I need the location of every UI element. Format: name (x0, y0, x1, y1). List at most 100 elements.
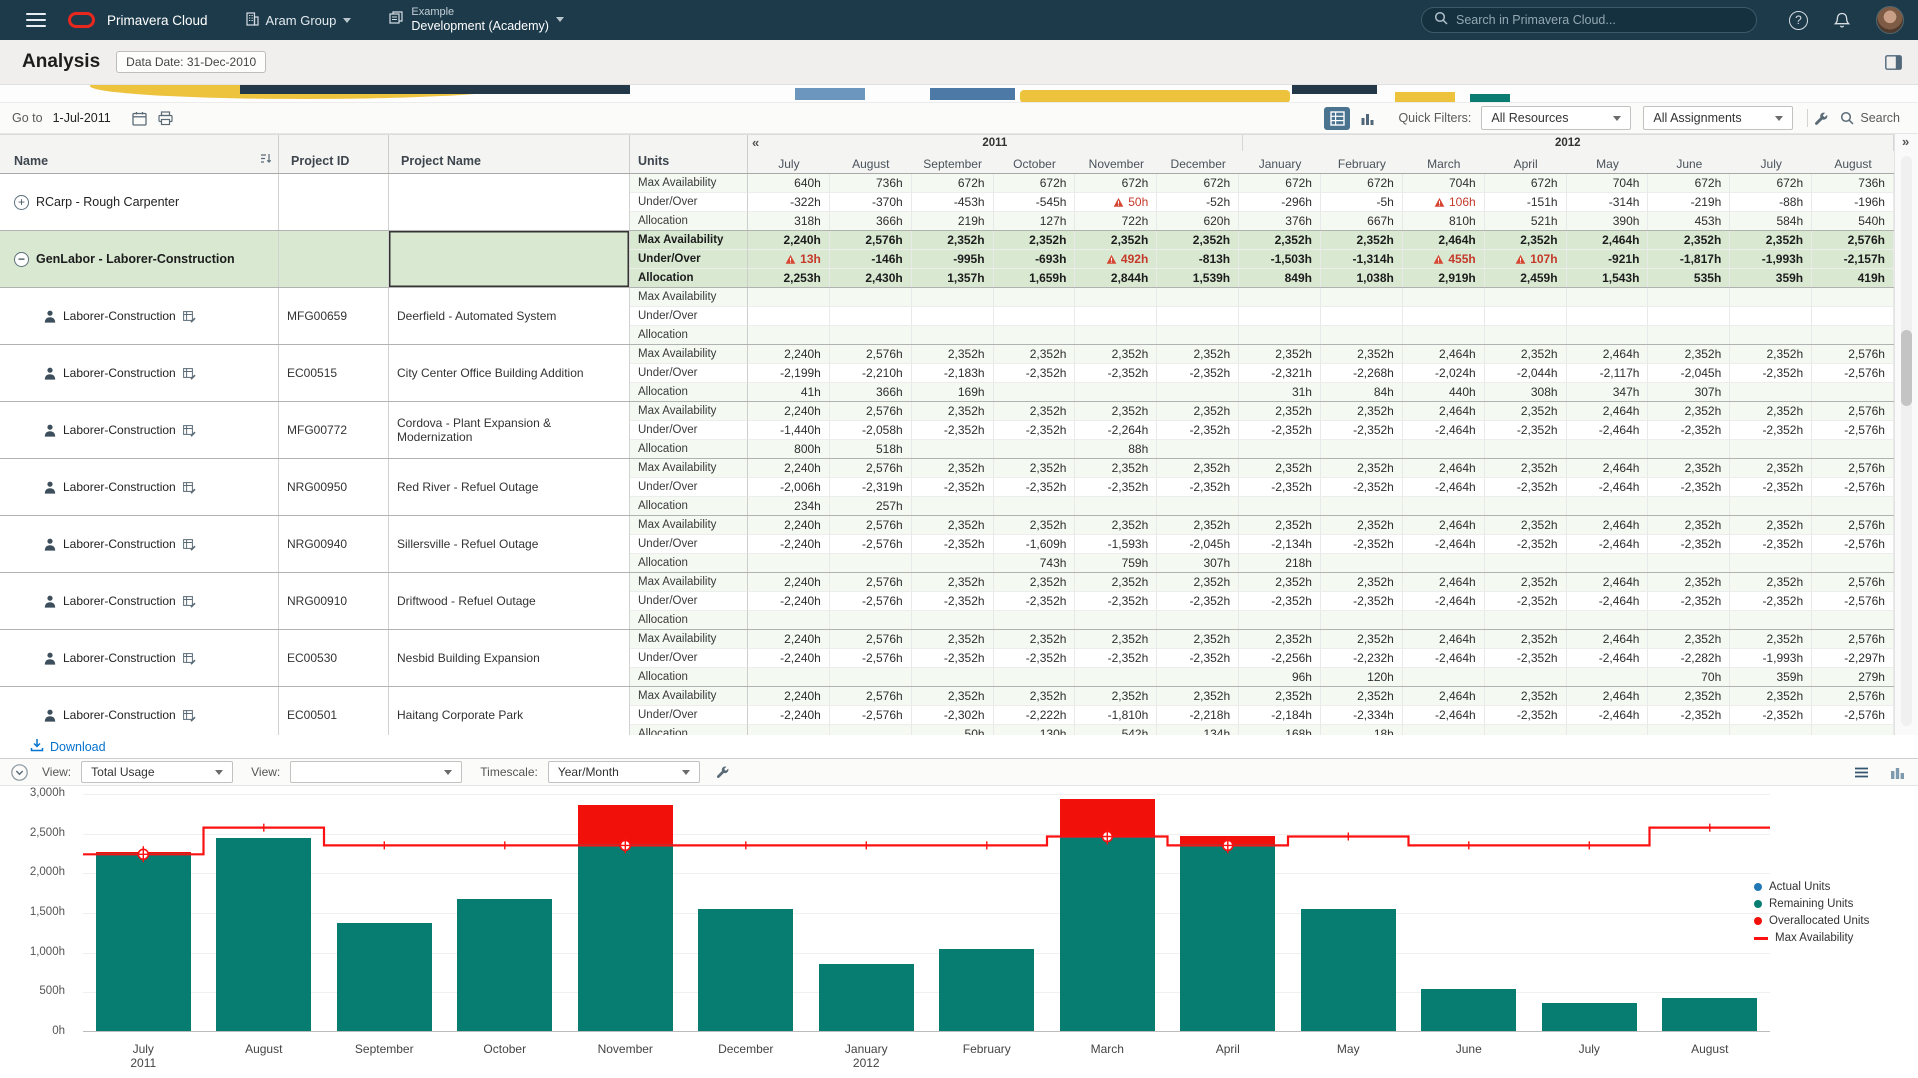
collapse-chart-icon[interactable] (6, 761, 32, 784)
value-cell[interactable]: -2,352h (1485, 706, 1567, 725)
value-cell[interactable]: -2,576h (1812, 706, 1894, 725)
value-cell[interactable]: -2,352h (1157, 592, 1239, 611)
value-cell[interactable]: -453h (912, 193, 994, 212)
value-cell[interactable] (1812, 440, 1894, 458)
value-cell[interactable]: 2,576h (1812, 573, 1894, 592)
value-cell[interactable]: 2,352h (1157, 231, 1239, 250)
view-select-1[interactable]: Total Usage (81, 761, 233, 783)
value-cell[interactable] (1648, 725, 1730, 735)
project-id-cell[interactable]: MFG00659 (279, 288, 389, 344)
value-cell[interactable]: -2,352h (1648, 535, 1730, 554)
value-cell[interactable]: 50h (1075, 193, 1157, 212)
settings-wrench-icon[interactable] (1808, 107, 1834, 130)
value-cell[interactable]: 736h (830, 174, 912, 193)
value-cell[interactable]: 2,459h (1485, 269, 1567, 287)
value-cell[interactable] (1730, 554, 1812, 572)
value-cell[interactable]: -2,576h (1812, 478, 1894, 497)
assignment-row-group[interactable]: Laborer-ConstructionNRG00940Sillersville… (0, 516, 1894, 573)
value-cell[interactable]: 672h (994, 174, 1076, 193)
value-cell[interactable]: 2,240h (748, 687, 830, 706)
value-cell[interactable]: -2,045h (1157, 535, 1239, 554)
value-cell[interactable]: -2,117h (1567, 364, 1649, 383)
value-cell[interactable]: -2,352h (1648, 592, 1730, 611)
name-cell[interactable]: Laborer-Construction (0, 573, 279, 629)
value-cell[interactable]: -2,352h (1485, 592, 1567, 611)
value-cell[interactable]: 2,576h (1812, 516, 1894, 535)
value-cell[interactable] (1075, 326, 1157, 344)
value-cell[interactable]: 2,352h (1239, 459, 1321, 478)
value-cell[interactable]: 1,543h (1567, 269, 1649, 287)
value-cell[interactable]: -2,352h (912, 592, 994, 611)
side-panel-toggle-icon[interactable] (1885, 55, 1902, 70)
value-cell[interactable]: 31h (1239, 383, 1321, 401)
value-cell[interactable]: -2,576h (830, 706, 912, 725)
value-cell[interactable]: 2,352h (1239, 402, 1321, 421)
value-cell[interactable]: 2,352h (994, 516, 1076, 535)
value-cell[interactable] (1403, 668, 1485, 686)
value-cell[interactable]: 2,352h (1239, 630, 1321, 649)
value-cell[interactable] (1157, 383, 1239, 401)
value-cell[interactable]: -2,319h (830, 478, 912, 497)
legend-item[interactable]: Actual Units (1754, 881, 1904, 893)
value-cell[interactable]: -5h (1321, 193, 1403, 212)
value-cell[interactable]: 2,352h (1157, 630, 1239, 649)
project-id-cell[interactable]: EC00530 (279, 630, 389, 686)
value-cell[interactable] (1485, 725, 1567, 735)
value-cell[interactable]: -2,352h (1485, 649, 1567, 668)
value-cell[interactable]: 2,576h (830, 687, 912, 706)
value-cell[interactable]: 2,352h (1730, 630, 1812, 649)
value-cell[interactable]: 50h (912, 725, 994, 735)
value-cell[interactable]: 107h (1485, 250, 1567, 269)
value-cell[interactable]: 2,352h (912, 573, 994, 592)
scroll-left-icon[interactable]: « (752, 135, 759, 151)
chart-plot[interactable] (83, 794, 1770, 1032)
value-cell[interactable]: 2,352h (1730, 345, 1812, 364)
value-cell[interactable]: 2,576h (830, 630, 912, 649)
value-cell[interactable]: -1,440h (748, 421, 830, 440)
value-cell[interactable] (994, 668, 1076, 686)
value-cell[interactable]: -2,352h (912, 649, 994, 668)
value-cell[interactable]: -2,464h (1567, 649, 1649, 668)
value-cell[interactable]: -2,264h (1075, 421, 1157, 440)
value-cell[interactable]: -2,302h (912, 706, 994, 725)
value-cell[interactable]: 2,352h (1648, 459, 1730, 478)
value-cell[interactable]: -2,576h (1812, 535, 1894, 554)
value-cell[interactable]: -2,576h (1812, 592, 1894, 611)
value-cell[interactable]: -2,268h (1321, 364, 1403, 383)
value-cell[interactable]: -2,006h (748, 478, 830, 497)
value-cell[interactable]: -921h (1567, 250, 1649, 269)
value-cell[interactable]: 2,352h (1648, 345, 1730, 364)
value-cell[interactable] (1567, 497, 1649, 515)
value-cell[interactable] (1321, 307, 1403, 326)
value-cell[interactable] (830, 326, 912, 344)
value-cell[interactable]: -693h (994, 250, 1076, 269)
column-header-units[interactable]: Units (630, 135, 748, 173)
value-cell[interactable]: 2,352h (1157, 345, 1239, 364)
value-cell[interactable]: -545h (994, 193, 1076, 212)
value-cell[interactable]: 640h (748, 174, 830, 193)
value-cell[interactable]: -2,352h (1239, 478, 1321, 497)
column-header-project-name[interactable]: Project Name (389, 135, 630, 173)
value-cell[interactable]: 2,352h (1648, 516, 1730, 535)
value-cell[interactable]: -1,609h (994, 535, 1076, 554)
value-cell[interactable]: -2,352h (1157, 364, 1239, 383)
project-id-cell[interactable]: EC00515 (279, 345, 389, 401)
value-cell[interactable]: 2,352h (1485, 231, 1567, 250)
value-cell[interactable]: 2,576h (1812, 630, 1894, 649)
value-cell[interactable] (1157, 497, 1239, 515)
value-cell[interactable]: 2,464h (1567, 516, 1649, 535)
value-cell[interactable]: 366h (830, 212, 912, 230)
value-cell[interactable]: 672h (1075, 174, 1157, 193)
value-cell[interactable]: -2,256h (1239, 649, 1321, 668)
value-cell[interactable]: 540h (1812, 212, 1894, 230)
value-cell[interactable] (1730, 326, 1812, 344)
value-cell[interactable]: -2,352h (1485, 478, 1567, 497)
value-cell[interactable] (748, 326, 830, 344)
value-cell[interactable] (1075, 288, 1157, 307)
chart-settings-wrench-icon[interactable] (710, 761, 736, 784)
value-cell[interactable]: 743h (994, 554, 1076, 572)
resources-filter-select[interactable]: All Resources (1481, 106, 1631, 130)
project-id-cell[interactable]: MFG00772 (279, 402, 389, 458)
value-cell[interactable]: -2,352h (994, 364, 1076, 383)
value-cell[interactable]: -219h (1648, 193, 1730, 212)
